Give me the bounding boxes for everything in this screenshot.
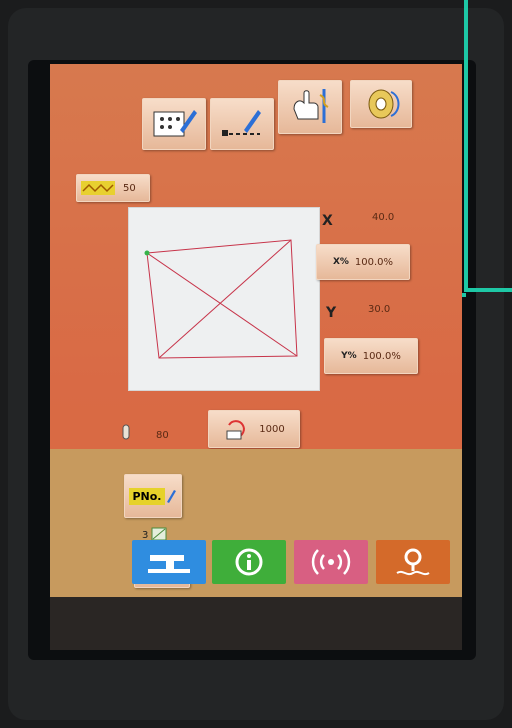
line-edit-button[interactable] bbox=[210, 98, 274, 150]
sewing-machine-icon bbox=[148, 555, 190, 573]
search-icon bbox=[396, 548, 430, 576]
stitch-length-value: 50 bbox=[123, 182, 136, 194]
x-scale-icon: X% bbox=[332, 257, 349, 267]
bobbin-winder-icon bbox=[368, 89, 400, 119]
program-edit-icon bbox=[153, 110, 197, 137]
stitch-length-icon bbox=[81, 181, 115, 195]
bobbin-winder-button[interactable] bbox=[350, 80, 412, 128]
stitch-length-button[interactable]: 50 bbox=[76, 174, 150, 202]
counter-value: 1000 bbox=[259, 423, 285, 435]
pattern-preview bbox=[128, 207, 320, 391]
y-size-value: 30.0 bbox=[368, 304, 391, 315]
x-size-icon: X bbox=[322, 213, 333, 229]
thread-tension-value: 80 bbox=[156, 430, 169, 441]
info-button[interactable] bbox=[212, 540, 286, 584]
sewing-mode-button[interactable] bbox=[132, 540, 206, 584]
counter-button[interactable]: 1000 bbox=[208, 410, 300, 448]
communication-button[interactable] bbox=[294, 540, 368, 584]
x-scale-button[interactable]: X% 100.0% bbox=[316, 244, 410, 280]
thread-tension-icon bbox=[122, 424, 130, 440]
pencil-icon bbox=[166, 490, 176, 503]
signal-icon bbox=[311, 549, 351, 575]
line-edit-icon bbox=[222, 110, 261, 136]
x-scale-value: 100.0% bbox=[354, 256, 394, 268]
y-scale-button[interactable]: Y% 100.0% bbox=[324, 338, 418, 374]
manual-needle-icon bbox=[293, 89, 329, 123]
y-scale-icon: Y% bbox=[341, 351, 357, 361]
footer-bar bbox=[50, 597, 462, 650]
pattern-drawing bbox=[144, 239, 298, 359]
search-button[interactable] bbox=[376, 540, 450, 584]
x-size-value: 40.0 bbox=[372, 212, 395, 223]
program-edit-button[interactable] bbox=[142, 98, 206, 150]
y-scale-value: 100.0% bbox=[362, 350, 401, 362]
counter-icon bbox=[226, 420, 246, 440]
y-size-icon: Y bbox=[326, 305, 337, 321]
program-number-icon: PNo. bbox=[129, 487, 165, 505]
info-icon bbox=[235, 548, 263, 576]
manual-needle-button[interactable] bbox=[278, 80, 342, 134]
program-number-button[interactable]: PNo. bbox=[124, 474, 182, 518]
